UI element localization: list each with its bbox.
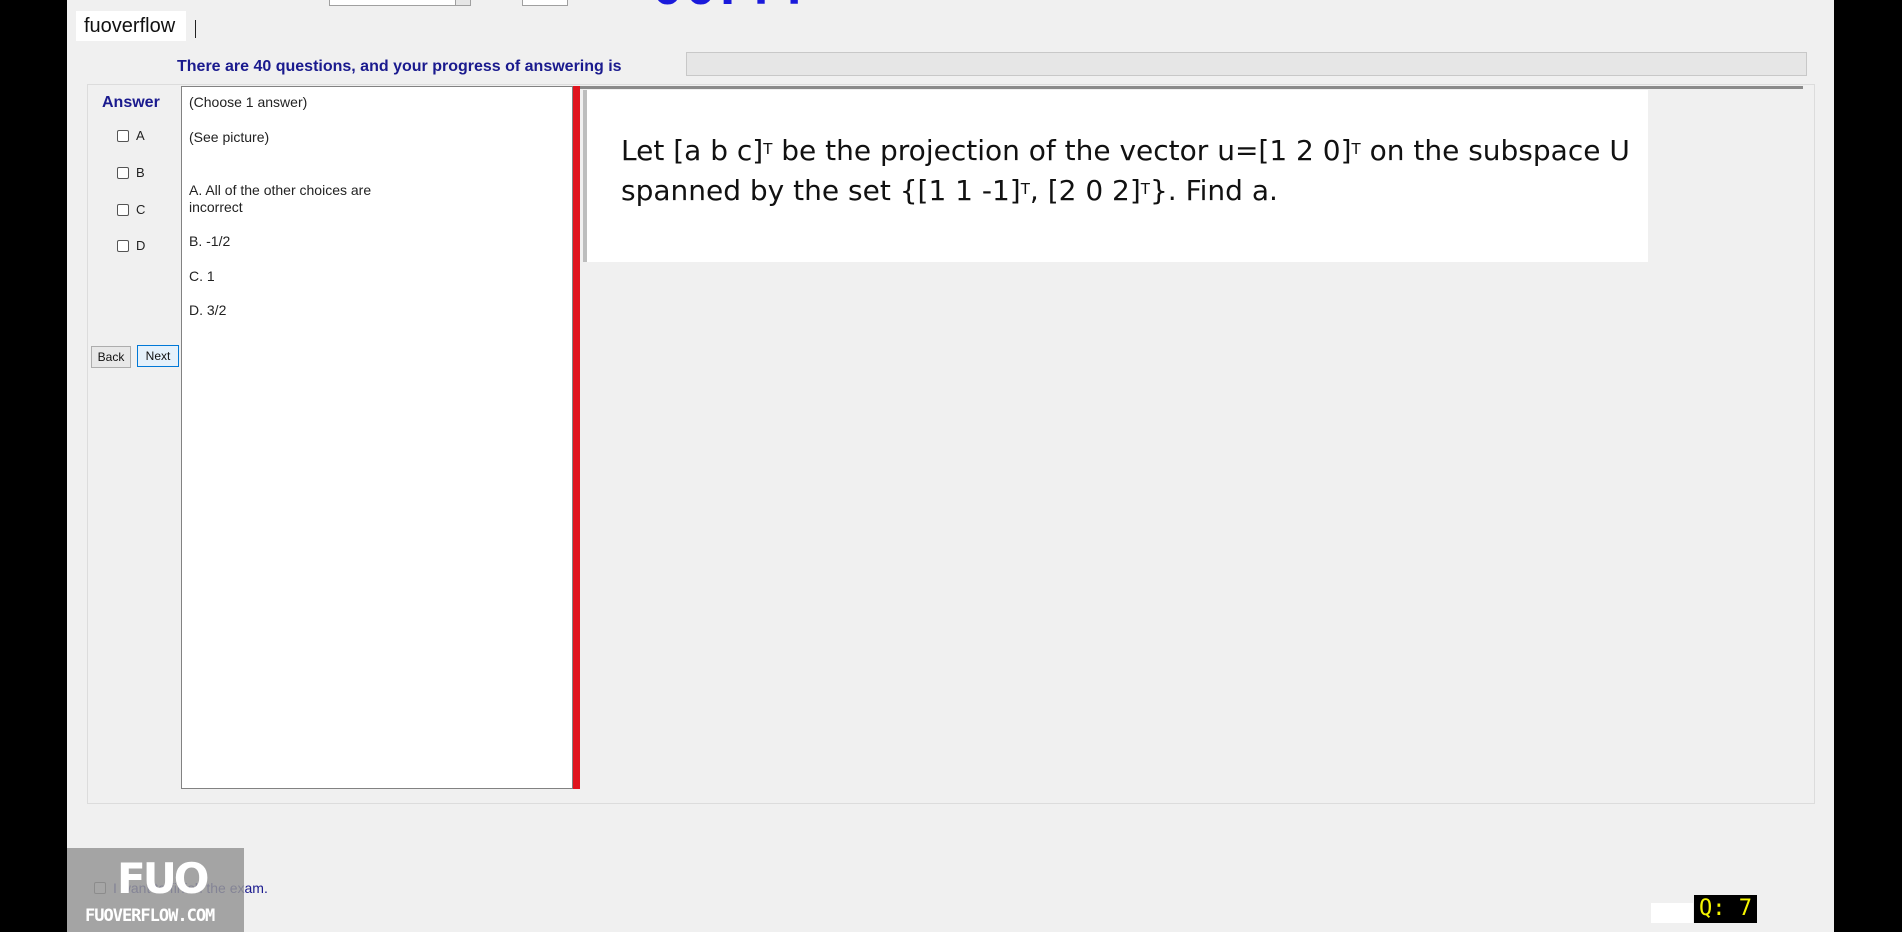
text-caret [195, 20, 196, 38]
choice-c[interactable]: C [117, 202, 145, 217]
choice-a[interactable]: A [117, 128, 145, 143]
top-field[interactable] [522, 0, 568, 6]
choice-b-label: B [136, 165, 145, 180]
option-d-text: D. 3/2 [189, 302, 227, 318]
progress-text: There are 40 questions, and your progres… [177, 58, 622, 75]
answer-label: Answer [102, 94, 160, 111]
option-a-text: A. All of the other choices are incorrec… [189, 182, 372, 215]
timer: 00:44 [652, 0, 805, 17]
instruction-text: (Choose 1 answer) [189, 94, 308, 110]
checkbox-b[interactable] [117, 166, 129, 179]
question-image: Let [a b c]T be the projection of the ve… [583, 90, 1648, 262]
checkbox-d[interactable] [117, 239, 129, 252]
choice-d-label: D [136, 238, 146, 253]
question-number-badge: Q: 7 [1694, 895, 1757, 923]
top-dropdown[interactable] [329, 0, 471, 6]
see-picture-text: (See picture) [189, 129, 270, 145]
logo-mark: FUO [117, 854, 209, 903]
exam-window: 00:44 fuoverflow There are 40 questions,… [67, 0, 1834, 932]
panel-splitter[interactable] [573, 86, 580, 789]
checkbox-a[interactable] [117, 129, 129, 142]
choice-d[interactable]: D [117, 238, 145, 253]
chevron-down-icon[interactable] [455, 0, 470, 5]
question-text: Let [a b c]T be the projection of the ve… [621, 134, 1630, 207]
option-c-text: C. 1 [189, 268, 215, 284]
back-button[interactable]: Back [91, 346, 131, 368]
logo-text: FUOVERFLOW.COM [85, 906, 215, 926]
answer-text-panel: (Choose 1 answer) (See picture) A. All o… [181, 86, 573, 789]
next-button[interactable]: Next [137, 345, 179, 367]
q-label-bg [1651, 903, 1693, 923]
watermark-label: fuoverflow [76, 11, 186, 41]
checkbox-c[interactable] [117, 203, 129, 216]
choice-c-label: C [136, 202, 146, 217]
option-b-text: B. -1/2 [189, 233, 231, 249]
choice-b[interactable]: B [117, 165, 145, 180]
choice-a-label: A [136, 128, 145, 143]
fuoverflow-logo: FUO FUOVERFLOW.COM [67, 848, 244, 932]
progress-bar [686, 52, 1807, 76]
